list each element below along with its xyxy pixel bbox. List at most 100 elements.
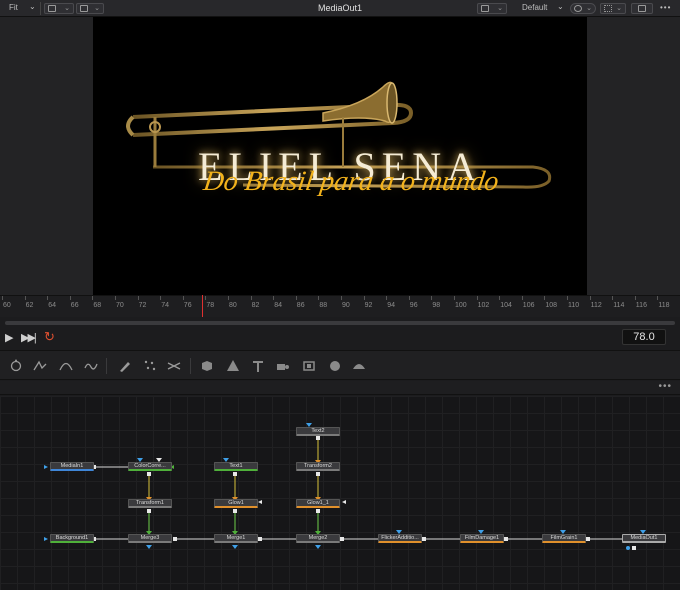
- ruler-tick-label: 62: [25, 302, 34, 309]
- merge3d-icon[interactable]: [226, 359, 240, 373]
- node-mediaout1[interactable]: MediaOut1: [622, 534, 666, 543]
- camera3d-icon[interactable]: [276, 359, 290, 373]
- chevron-down-icon: ⌄: [586, 5, 592, 12]
- ruler-tick-label: 98: [432, 302, 441, 309]
- current-frame-field[interactable]: 78.0: [622, 329, 666, 345]
- ruler-tick-label: 104: [500, 302, 512, 309]
- color-wheel-icon: [574, 5, 582, 12]
- split-view-button[interactable]: ⌄: [477, 3, 507, 14]
- ruler-tick-mark: [386, 296, 388, 300]
- ruler-tick-mark: [69, 296, 71, 300]
- node-background1[interactable]: Background1: [50, 534, 94, 543]
- viewer-toolbar: Fit ⌄ ⌄ ⌄ MediaOut1 ⌄ Default ⌄ ⌄ ⌄ •••: [0, 0, 680, 17]
- node-filmdamage1[interactable]: FilmDamage1: [460, 534, 504, 543]
- node-glow1-1[interactable]: Glow1_1: [296, 499, 340, 508]
- node-mediain1[interactable]: MediaIn1: [50, 462, 94, 471]
- layout-dropdown[interactable]: Default: [522, 3, 547, 12]
- ruler-tick-label: 96: [409, 302, 418, 309]
- renderer3d-icon[interactable]: [328, 359, 342, 373]
- node-editor-header: •••: [0, 381, 680, 395]
- ruler-tick-mark: [47, 296, 49, 300]
- node-merge1[interactable]: Merge1: [214, 534, 258, 543]
- time-ruler[interactable]: 60 62 64 66 68 70 72 74 76 78 80 82 84 86 88 90 92 94 96 98…: [0, 295, 680, 317]
- bspline-tool-icon[interactable]: [59, 359, 73, 373]
- bezier-tool-icon[interactable]: [84, 359, 98, 373]
- node-glow1[interactable]: Glow1: [214, 499, 258, 508]
- ruler-tick-mark: [295, 296, 297, 300]
- ruler-tick-mark: [634, 296, 636, 300]
- tools-divider: [190, 358, 191, 374]
- ruler-tick-mark: [567, 296, 568, 300]
- ruler-tick-label: 66: [70, 302, 79, 309]
- chevron-down-icon: ⌄: [616, 5, 622, 12]
- ruler-tick-label: 112: [590, 302, 602, 309]
- ruler-tick-mark: [476, 296, 478, 300]
- circle-tool-icon[interactable]: [9, 359, 23, 373]
- tools-divider: [106, 358, 107, 374]
- ruler-tick-mark: [657, 296, 659, 300]
- node-merge2[interactable]: Merge2: [296, 534, 340, 543]
- node-text1[interactable]: Text1: [214, 462, 258, 471]
- ruler-tick-label: 94: [387, 302, 395, 309]
- color-picker-button[interactable]: ⌄: [570, 3, 596, 14]
- node-merge3[interactable]: Merge3: [128, 534, 172, 543]
- ruler-tick-label: 86: [296, 302, 305, 309]
- ruler-tick-label: 90: [342, 302, 350, 309]
- transport-controls: ▶ ▶▶| ↻ 78.0: [0, 327, 680, 349]
- expand-button[interactable]: [631, 3, 653, 14]
- loop-icon[interactable]: ↻: [44, 329, 55, 345]
- ruler-tick-label: 100: [455, 302, 467, 309]
- layout-chevron-icon[interactable]: ⌄: [557, 2, 564, 11]
- ruler-tick-mark: [2, 296, 3, 300]
- particles-icon[interactable]: [143, 359, 157, 373]
- ruler-tick-mark: [92, 296, 94, 300]
- paint-tool-icon[interactable]: [118, 359, 132, 373]
- node-editor-more-icon[interactable]: •••: [658, 381, 672, 392]
- ruler-tick-label: 76: [183, 302, 192, 309]
- subtitle-text: Do Brasil para a o mundo: [201, 166, 501, 197]
- node-editor[interactable]: Text2 MediaIn1 ColorCorre... Text1 Trans…: [0, 396, 680, 590]
- grid-button[interactable]: ⌄: [600, 3, 626, 14]
- expand-icon: [638, 5, 646, 12]
- chevron-down-icon: ⌄: [497, 5, 503, 12]
- ruler-tick-label: 82: [251, 302, 260, 309]
- ruler-tick-label: 118: [658, 302, 670, 309]
- node-text2[interactable]: Text2: [296, 427, 340, 436]
- ruler-tick-mark: [24, 296, 26, 300]
- light3d-icon[interactable]: [302, 359, 316, 373]
- node-colorcorrector[interactable]: ColorCorre...: [128, 462, 172, 471]
- node-connections: [44, 423, 646, 550]
- ruler-tick-mark: [273, 296, 275, 300]
- ruler-tick-mark: [363, 296, 365, 300]
- ruler-tick-mark: [250, 296, 252, 300]
- shape3d-icon[interactable]: [200, 359, 214, 373]
- play-icon[interactable]: ▶: [5, 331, 13, 344]
- renderer-icon[interactable]: [352, 359, 366, 373]
- ruler-tick-label: 106: [522, 302, 535, 309]
- viewer-more-icon[interactable]: •••: [660, 3, 671, 12]
- node-transform1[interactable]: Transform1: [128, 499, 172, 508]
- polyline-tool-icon[interactable]: [33, 359, 47, 373]
- ruler-tick-mark: [589, 296, 591, 300]
- node-flickeraddition[interactable]: FlickerAdditio...: [378, 534, 422, 543]
- ruler-tick-mark: [137, 296, 139, 300]
- ruler-tick-label: 84: [274, 302, 282, 309]
- ruler-tick-label: 114: [613, 302, 625, 309]
- text3d-icon[interactable]: [251, 359, 265, 373]
- ruler-tick-mark: [544, 296, 546, 300]
- skip-end-icon[interactable]: ▶▶|: [21, 331, 37, 344]
- ruler-tick-label: 78: [206, 302, 215, 309]
- ruler-tick-label: 68: [93, 302, 102, 309]
- node-transform2[interactable]: Transform2: [296, 462, 340, 471]
- playhead[interactable]: [202, 295, 203, 317]
- ruler-tick-mark: [182, 296, 184, 300]
- mask-icon[interactable]: [167, 359, 181, 373]
- ruler-tick-mark: [160, 296, 162, 300]
- split-view-icon: [481, 5, 489, 12]
- viewer-canvas[interactable]: ELIEL SENA Do Brasil para a o mundo: [93, 17, 587, 295]
- node-filmgrain1[interactable]: FilmGrain1: [542, 534, 586, 543]
- scrub-bar[interactable]: [5, 321, 675, 325]
- ruler-tick-mark: [454, 296, 455, 300]
- ruler-tick-label: 92: [364, 302, 373, 309]
- ruler-tick-label: 74: [161, 302, 169, 309]
